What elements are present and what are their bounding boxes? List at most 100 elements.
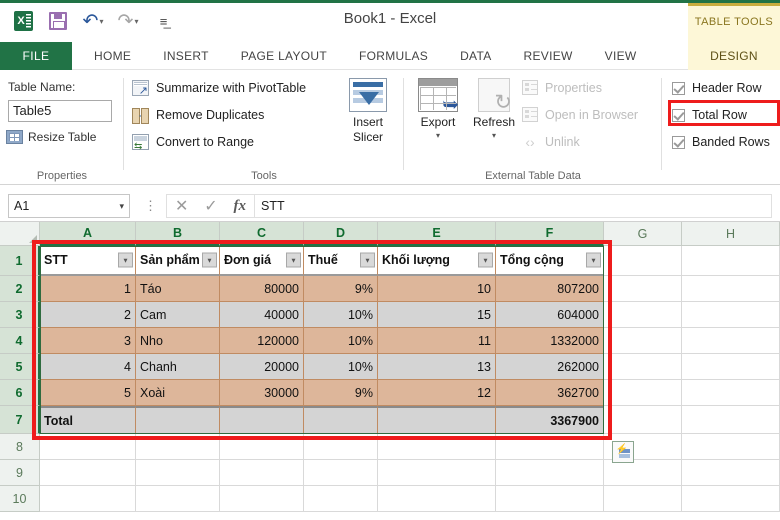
cell-a8[interactable]: [40, 434, 136, 460]
table-row[interactable]: 30000: [220, 380, 304, 406]
table-header-cell-san-pham[interactable]: Sản phẩm ▾: [136, 246, 220, 276]
table-header-cell-stt[interactable]: STT ▾: [40, 246, 136, 276]
cell-e8[interactable]: [378, 434, 496, 460]
cell-b9[interactable]: [136, 460, 220, 486]
column-header-c[interactable]: C: [220, 222, 304, 246]
column-header-a[interactable]: A: [40, 222, 136, 246]
enter-formula-icon[interactable]: ✓: [204, 196, 217, 216]
cell-d9[interactable]: [304, 460, 378, 486]
table-total-cell-label[interactable]: Total: [40, 406, 136, 434]
cell-g9[interactable]: [604, 460, 682, 486]
cell-g10[interactable]: [604, 486, 682, 512]
cell-a9[interactable]: [40, 460, 136, 486]
column-header-d[interactable]: D: [304, 222, 378, 246]
tab-review[interactable]: REVIEW: [508, 42, 589, 70]
table-row[interactable]: 15: [378, 302, 496, 328]
table-header-cell-khoi-luong[interactable]: Khối lượng ▾: [378, 246, 496, 276]
table-row[interactable]: 807200: [496, 276, 604, 302]
filter-dropdown-icon-khoi-luong[interactable]: ▾: [478, 252, 493, 268]
name-box-chevron-down-icon[interactable]: ▾: [119, 201, 124, 212]
tab-view[interactable]: VIEW: [589, 42, 653, 70]
row-header-4[interactable]: 4: [0, 328, 40, 354]
cell-h4[interactable]: [682, 328, 780, 354]
cell-f8[interactable]: [496, 434, 604, 460]
row-header-1[interactable]: 1: [0, 246, 40, 276]
table-row[interactable]: 10%: [304, 328, 378, 354]
header-row-checkbox-row[interactable]: Header Row: [672, 81, 761, 95]
resize-table-button[interactable]: Resize Table: [6, 130, 96, 144]
cell-h8[interactable]: [682, 434, 780, 460]
table-row[interactable]: 10%: [304, 354, 378, 380]
tab-home[interactable]: HOME: [78, 42, 147, 70]
export-button[interactable]: ➥ Export ▾: [410, 78, 466, 140]
tab-formulas[interactable]: FORMULAS: [343, 42, 444, 70]
table-header-cell-don-gia[interactable]: Đơn giá ▾: [220, 246, 304, 276]
export-dropdown-caret-icon[interactable]: ▾: [410, 131, 466, 140]
table-row[interactable]: 12: [378, 380, 496, 406]
row-header-10[interactable]: 10: [0, 486, 40, 512]
cell-h2[interactable]: [682, 276, 780, 302]
refresh-dropdown-caret-icon[interactable]: ▾: [466, 131, 522, 140]
table-row[interactable]: 5: [40, 380, 136, 406]
cell-d8[interactable]: [304, 434, 378, 460]
cell-b8[interactable]: [136, 434, 220, 460]
row-header-7[interactable]: 7: [0, 406, 40, 434]
table-row[interactable]: 10: [378, 276, 496, 302]
table-header-cell-thue[interactable]: Thuế ▾: [304, 246, 378, 276]
banded-rows-checkbox-row[interactable]: Banded Rows: [672, 135, 770, 149]
cell-d10[interactable]: [304, 486, 378, 512]
table-total-cell-c[interactable]: [220, 406, 304, 434]
cell-g7[interactable]: [604, 406, 682, 434]
table-total-cell-b[interactable]: [136, 406, 220, 434]
table-row[interactable]: 20000: [220, 354, 304, 380]
convert-to-range-button[interactable]: Convert to Range: [132, 134, 254, 152]
table-row[interactable]: 1332000: [496, 328, 604, 354]
cell-e10[interactable]: [378, 486, 496, 512]
cell-g4[interactable]: [604, 328, 682, 354]
table-row[interactable]: Cam: [136, 302, 220, 328]
table-name-input[interactable]: Table5: [8, 100, 112, 122]
cell-g1[interactable]: [604, 246, 682, 276]
table-row[interactable]: 262000: [496, 354, 604, 380]
formula-input[interactable]: STT: [254, 194, 772, 218]
cell-h6[interactable]: [682, 380, 780, 406]
cell-g3[interactable]: [604, 302, 682, 328]
table-row[interactable]: 362700: [496, 380, 604, 406]
column-header-g[interactable]: G: [604, 222, 682, 246]
table-row[interactable]: 604000: [496, 302, 604, 328]
cell-a10[interactable]: [40, 486, 136, 512]
cancel-formula-icon[interactable]: ✕: [175, 196, 188, 216]
tab-data[interactable]: DATA: [444, 42, 507, 70]
insert-slicer-button[interactable]: Insert Slicer: [339, 78, 397, 145]
table-row[interactable]: Nho: [136, 328, 220, 354]
column-header-b[interactable]: B: [136, 222, 220, 246]
filter-dropdown-icon-san-pham[interactable]: ▾: [202, 252, 217, 268]
column-header-e[interactable]: E: [378, 222, 496, 246]
column-header-h[interactable]: H: [682, 222, 780, 246]
filter-dropdown-icon-thue[interactable]: ▾: [360, 252, 375, 268]
cell-g6[interactable]: [604, 380, 682, 406]
cell-c9[interactable]: [220, 460, 304, 486]
table-row[interactable]: 3: [40, 328, 136, 354]
tab-insert[interactable]: INSERT: [147, 42, 225, 70]
table-row[interactable]: 13: [378, 354, 496, 380]
table-header-cell-tong-cong[interactable]: Tổng cộng ▾: [496, 246, 604, 276]
refresh-button[interactable]: ↻ Refresh ▾: [466, 78, 522, 140]
cell-e9[interactable]: [378, 460, 496, 486]
filter-dropdown-icon-tong-cong[interactable]: ▾: [586, 252, 601, 268]
table-row[interactable]: 11: [378, 328, 496, 354]
name-box[interactable]: A1 ▾: [8, 194, 130, 218]
cell-h5[interactable]: [682, 354, 780, 380]
table-total-cell-d[interactable]: [304, 406, 378, 434]
summarize-with-pivottable-button[interactable]: Summarize with PivotTable: [132, 80, 306, 97]
cell-f10[interactable]: [496, 486, 604, 512]
table-row[interactable]: 80000: [220, 276, 304, 302]
table-row[interactable]: 10%: [304, 302, 378, 328]
cell-h3[interactable]: [682, 302, 780, 328]
row-header-9[interactable]: 9: [0, 460, 40, 486]
select-all-corner-button[interactable]: [0, 222, 40, 246]
cell-h10[interactable]: [682, 486, 780, 512]
table-row[interactable]: Xoài: [136, 380, 220, 406]
cell-c10[interactable]: [220, 486, 304, 512]
row-header-5[interactable]: 5: [0, 354, 40, 380]
